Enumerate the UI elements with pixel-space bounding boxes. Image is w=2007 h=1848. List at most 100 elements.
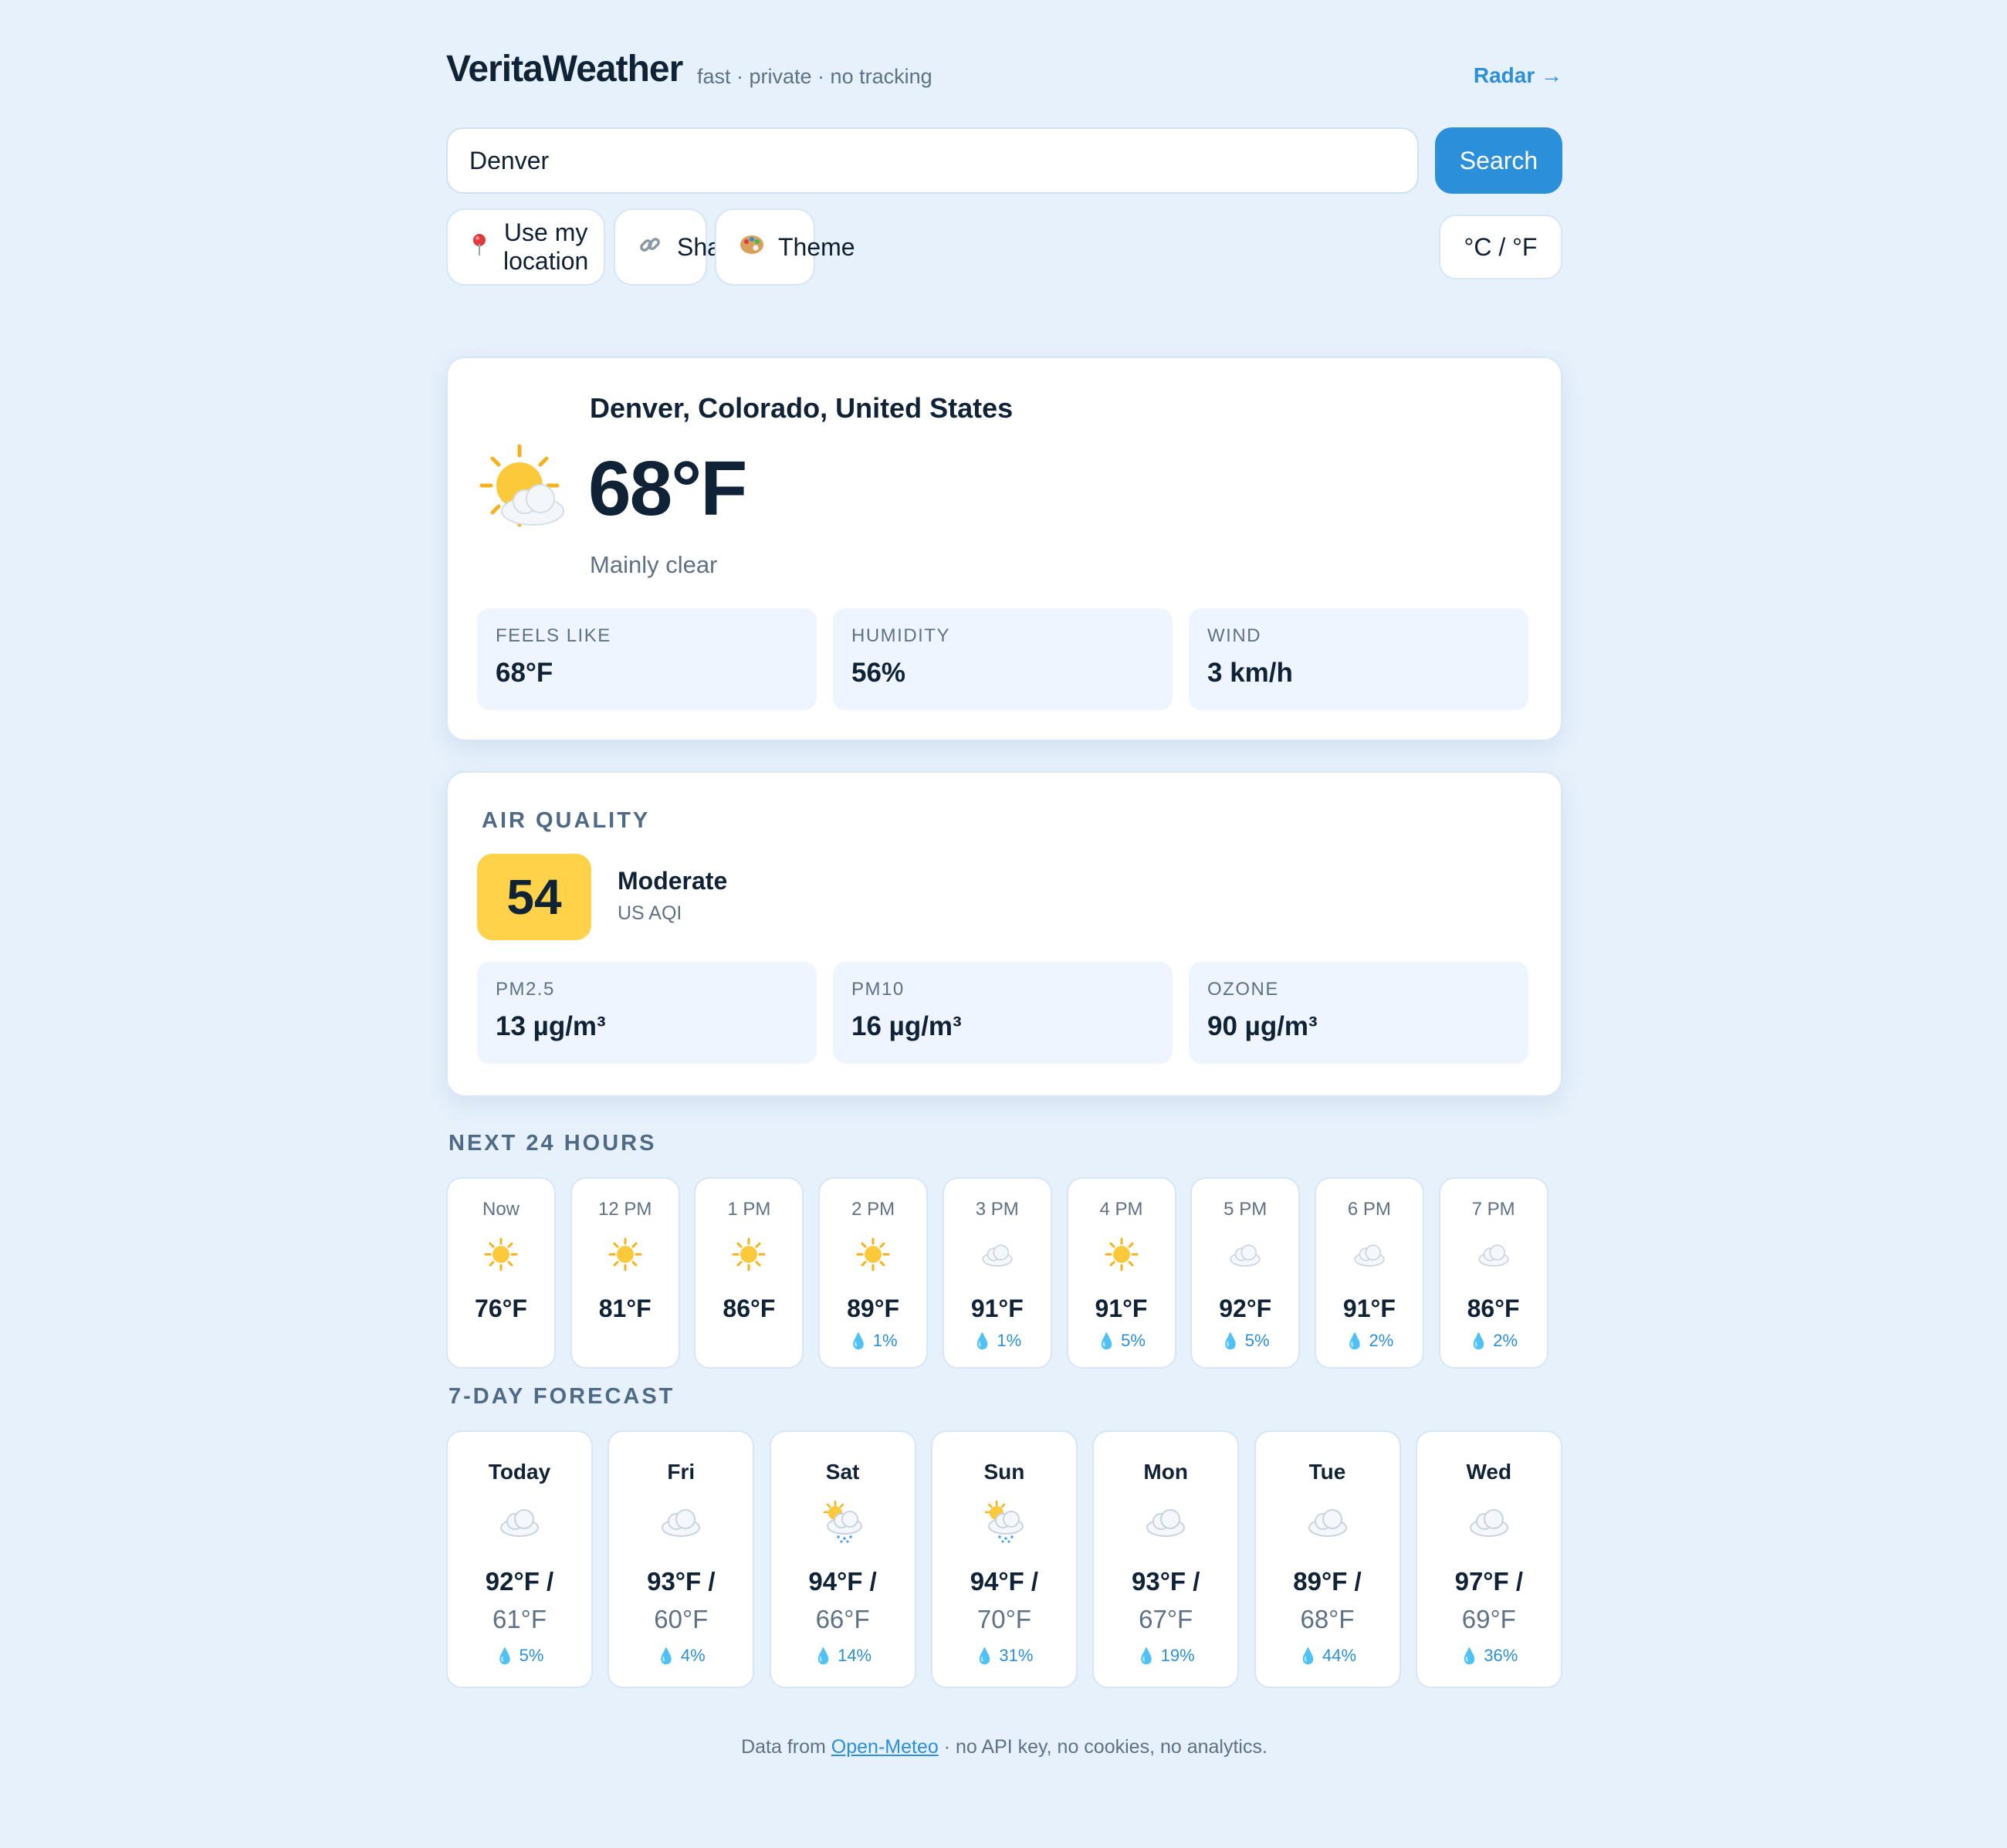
- share-button[interactable]: Share: [614, 208, 743, 286]
- day-name: Fri: [667, 1460, 696, 1484]
- hour-card: 4 PM 91°F 💧 5%: [1066, 1177, 1176, 1369]
- day-low: 60°F: [654, 1605, 709, 1633]
- day-high: 97°F /: [1454, 1567, 1523, 1596]
- open-meteo-link[interactable]: Open-Meteo: [831, 1736, 939, 1758]
- droplet-icon: 💧: [1136, 1648, 1156, 1665]
- hour-time: 1 PM: [727, 1199, 771, 1220]
- day-precip-value: 44%: [1322, 1646, 1357, 1665]
- hour-precip-value: 2%: [1493, 1331, 1518, 1350]
- day-name: Sat: [825, 1460, 860, 1484]
- cloud-icon: [1228, 1237, 1262, 1271]
- stat-label: OZONE: [1207, 979, 1279, 1000]
- use-location-button[interactable]: Use my location: [446, 208, 605, 286]
- hour-precip-value: 5%: [1244, 1331, 1270, 1350]
- hour-time: 5 PM: [1223, 1199, 1267, 1220]
- droplet-icon: 💧: [1097, 1333, 1116, 1350]
- location-name: Denver, Colorado, United States: [590, 392, 1014, 424]
- header: VeritaWeather fast · private · no tracki…: [446, 48, 1562, 94]
- day-name: Mon: [1143, 1460, 1188, 1484]
- hour-time: 12 PM: [598, 1199, 652, 1220]
- hour-time: 4 PM: [1099, 1199, 1143, 1220]
- footer: Data from Open-Meteo · no API key, no co…: [446, 1736, 1562, 1758]
- day-high: 92°F /: [485, 1567, 554, 1596]
- hour-card: 3 PM 91°F 💧 1%: [942, 1177, 1052, 1369]
- day-high: 93°F /: [1131, 1567, 1200, 1596]
- sun-icon: [484, 1237, 518, 1271]
- hour-temp: 91°F: [970, 1295, 1024, 1322]
- pm10-stat: PM10 16 µg/m³: [833, 962, 1173, 1064]
- droplet-icon: 💧: [495, 1648, 515, 1665]
- hour-precip: 💧 1%: [820, 1331, 926, 1351]
- hour-precip: 💧 5%: [1068, 1331, 1175, 1351]
- current-condition: Mainly clear: [590, 551, 718, 578]
- stat-value: 13 µg/m³: [496, 1011, 606, 1041]
- day-high: 94°F /: [970, 1567, 1039, 1596]
- droplet-icon: 💧: [848, 1333, 868, 1350]
- hour-precip-value: 1%: [872, 1331, 898, 1350]
- day-precip: 💧 44%: [1256, 1646, 1399, 1666]
- hour-temp: 91°F: [1095, 1295, 1148, 1322]
- stat-value: 56%: [851, 658, 906, 688]
- aqi-category: Moderate: [618, 867, 728, 895]
- palette-icon: [740, 233, 763, 262]
- brand-logo[interactable]: VeritaWeather: [446, 48, 683, 90]
- day-card: Today 92°F / 61°F 💧 5%: [446, 1430, 593, 1688]
- hour-temp: 81°F: [598, 1295, 652, 1322]
- day-low: 68°F: [1300, 1605, 1355, 1633]
- footer-prefix: Data from: [741, 1736, 826, 1758]
- hourly-forecast-strip[interactable]: Now 76°F 12 PM 81°F 1 PM 86°F 2 PM 89°F 💧 1% 3 PM…: [446, 1177, 1562, 1369]
- stat-label: WIND: [1207, 625, 1261, 646]
- droplet-icon: 💧: [814, 1648, 833, 1665]
- hour-precip-value: 2%: [1369, 1331, 1394, 1350]
- search-input[interactable]: [446, 127, 1419, 194]
- stat-value: 90 µg/m³: [1207, 1011, 1318, 1041]
- aqi-scale: US AQI: [618, 902, 682, 924]
- day-precip: 💧 4%: [609, 1646, 753, 1666]
- unit-toggle-button[interactable]: °C / °F: [1439, 215, 1562, 279]
- sun-rain-cloud-icon: [821, 1500, 865, 1543]
- air-quality-card: AIR QUALITY 54 Moderate US AQI PM2.5 13 …: [446, 771, 1562, 1097]
- stat-value: 3 km/h: [1207, 658, 1293, 688]
- hourly-title: NEXT 24 HOURS: [448, 1131, 657, 1156]
- droplet-icon: 💧: [973, 1333, 993, 1350]
- hour-time: Now: [482, 1199, 520, 1220]
- day-precip: 💧 5%: [448, 1646, 591, 1666]
- hour-precip: 💧 1%: [944, 1331, 1051, 1351]
- hour-precip-value: 1%: [997, 1331, 1022, 1350]
- stat-value: 16 µg/m³: [851, 1011, 962, 1041]
- hour-card: 6 PM 91°F 💧 2%: [1314, 1177, 1424, 1369]
- day-card: Tue 89°F / 68°F 💧 44%: [1254, 1430, 1401, 1688]
- droplet-icon: 💧: [1220, 1333, 1240, 1350]
- sun-icon: [1105, 1237, 1139, 1271]
- day-precip-value: 19%: [1160, 1646, 1195, 1665]
- current-weather-card: Denver, Colorado, United States 68°F Mai…: [446, 357, 1562, 741]
- cloud-icon: [1477, 1237, 1511, 1271]
- day-precip-value: 4%: [680, 1646, 706, 1665]
- hour-card: 12 PM 81°F: [570, 1177, 680, 1369]
- use-location-label: Use my location: [503, 218, 589, 275]
- hour-precip-value: 5%: [1121, 1331, 1146, 1350]
- day-precip: 💧 19%: [1094, 1646, 1237, 1666]
- day-low: 66°F: [815, 1605, 870, 1633]
- search-button[interactable]: Search: [1435, 127, 1562, 194]
- radar-link[interactable]: Radar →: [1474, 63, 1562, 88]
- sun-icon: [856, 1237, 890, 1271]
- day-high: 93°F /: [647, 1567, 716, 1596]
- droplet-icon: 💧: [1469, 1333, 1489, 1350]
- day-precip: 💧 14%: [771, 1646, 915, 1666]
- theme-button[interactable]: Theme: [715, 208, 855, 286]
- hour-precip: 💧 2%: [1316, 1331, 1423, 1351]
- sun-icon: [732, 1237, 766, 1271]
- hour-temp: 89°F: [847, 1295, 900, 1322]
- stat-label: FEELS LIKE: [496, 625, 611, 646]
- air-quality-title: AIR QUALITY: [482, 808, 651, 833]
- day-card: Mon 93°F / 67°F 💧 19%: [1092, 1430, 1240, 1688]
- droplet-icon: 💧: [975, 1648, 995, 1665]
- hour-precip: 💧 5%: [1192, 1331, 1298, 1351]
- link-icon: [638, 233, 662, 262]
- hour-time: 2 PM: [851, 1199, 895, 1220]
- daily-title: 7-DAY FORECAST: [448, 1384, 675, 1409]
- sun-icon: [608, 1237, 642, 1271]
- cloud-icon: [1467, 1500, 1511, 1543]
- tagline: fast · private · no tracking: [697, 65, 932, 88]
